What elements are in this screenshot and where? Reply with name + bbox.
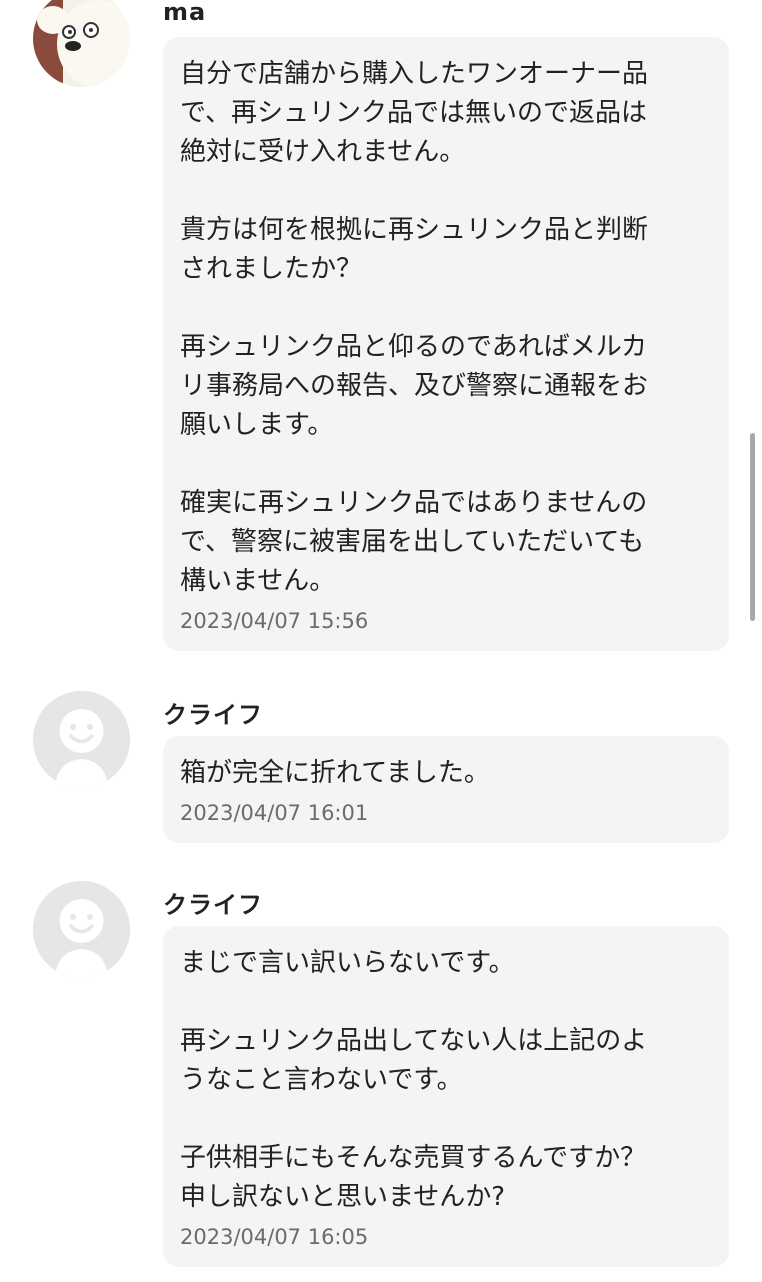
bear-avatar-icon: [33, 0, 130, 87]
message-text-line: で、警察に被害届を出していただいても: [180, 527, 645, 557]
message-text-line: まじで言い訳いらないです。: [180, 948, 515, 978]
message-bubble: 自分で店舗から購入したワンオーナー品 で、再シュリンク品では無いので返品は 絶対…: [163, 37, 729, 651]
message-timestamp: 2023/04/07 15:56: [180, 609, 369, 633]
message-text-line: 確実に再シュリンク品ではありませんの: [180, 488, 648, 518]
message-thread[interactable]: ma 自分で店舗から購入したワンオーナー品 で、再シュリンク品では無いので返品は…: [0, 0, 762, 1282]
user-avatar-default[interactable]: [33, 691, 130, 788]
message-text-line: 再シュリンク品と仰るのであればメルカ: [180, 332, 647, 362]
message-timestamp: 2023/04/07 16:05: [180, 1225, 369, 1249]
message-text-line: されましたか？: [180, 254, 363, 284]
message-text-line: で、再シュリンク品では無いので返品は: [180, 98, 647, 128]
message-text-line: 申し訳ないと思いませんか?: [180, 1182, 506, 1212]
message-bubble: まじで言い訳いらないです。 再シュリンク品出してない人は上記のよ うなこと言わな…: [163, 926, 729, 1267]
message-text-line: 再シュリンク品出してない人は上記のよ: [180, 1026, 648, 1056]
message-text-line: 箱が完全に折れてました。: [180, 758, 490, 788]
smiley-user-icon: [33, 691, 130, 788]
vertical-scrollbar[interactable]: [750, 433, 755, 621]
message-text-line: リ事務局への報告、及び警察に通報をお: [180, 371, 649, 401]
user-avatar-default[interactable]: [33, 881, 130, 978]
message-text-line: 絶対に受け入れません。: [180, 137, 466, 167]
message-text-line: 構いません。: [180, 566, 336, 596]
message-timestamp: 2023/04/07 16:01: [180, 801, 369, 825]
sender-name[interactable]: クライフ: [163, 695, 263, 730]
message-bubble: 箱が完全に折れてました。 2023/04/07 16:01: [163, 736, 729, 843]
message-text-line: 自分で店舗から購入したワンオーナー品: [180, 59, 649, 89]
user-avatar-ma[interactable]: [33, 0, 130, 87]
message-text-line: 子供相手にもそんな売買するんですか？: [180, 1143, 647, 1173]
message-text-line: うなこと言わないです。: [180, 1065, 463, 1095]
message-text-line: 貴方は何を根拠に再シュリンク品と判断: [180, 215, 649, 245]
smiley-user-icon: [33, 881, 130, 978]
sender-name[interactable]: クライフ: [163, 885, 263, 920]
message-text-line: 願いします。: [180, 410, 334, 440]
sender-name[interactable]: ma: [163, 0, 206, 26]
